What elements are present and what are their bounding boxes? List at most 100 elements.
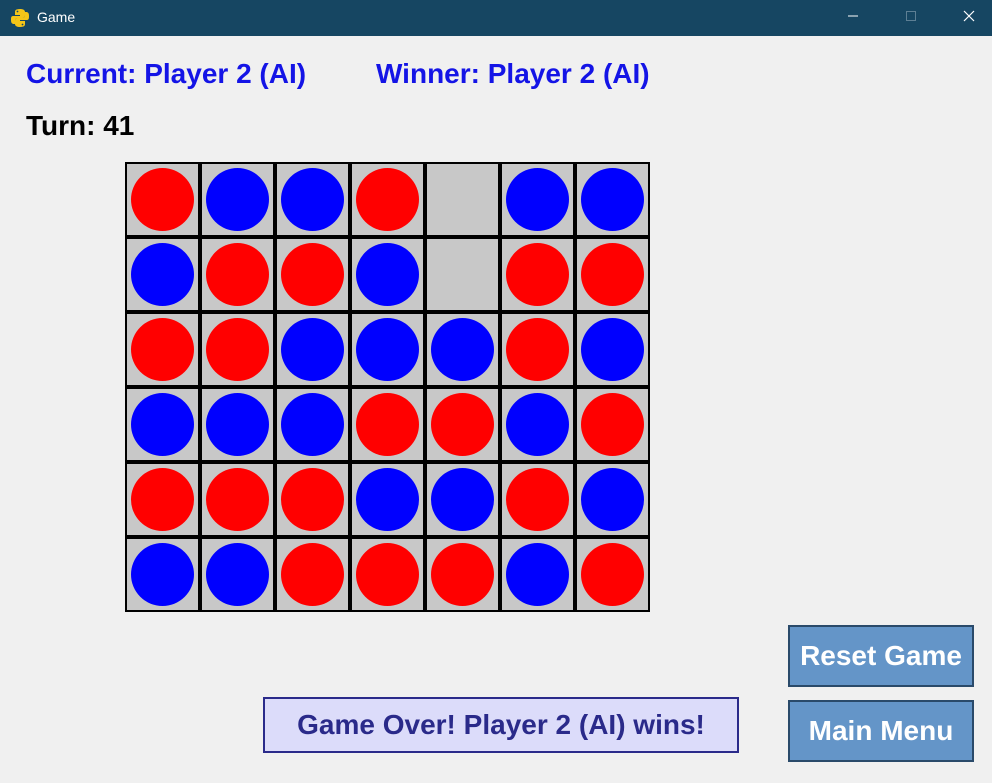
window-title: Game <box>37 9 76 25</box>
board-cell[interactable] <box>275 537 350 612</box>
board-cell[interactable] <box>275 312 350 387</box>
blue-piece <box>506 393 569 456</box>
blue-piece <box>281 318 344 381</box>
blue-piece <box>581 468 644 531</box>
minimize-icon <box>847 9 859 27</box>
board-cell[interactable] <box>500 162 575 237</box>
board-cell[interactable] <box>425 537 500 612</box>
red-piece <box>131 168 194 231</box>
board-cell[interactable] <box>275 237 350 312</box>
board-cell[interactable] <box>125 462 200 537</box>
blue-piece <box>281 168 344 231</box>
maximize-icon <box>905 9 917 27</box>
board-cell[interactable] <box>575 537 650 612</box>
board-cell[interactable] <box>275 162 350 237</box>
red-piece <box>356 393 419 456</box>
board-cell[interactable] <box>200 462 275 537</box>
blue-piece <box>356 318 419 381</box>
red-piece <box>131 468 194 531</box>
minimize-button[interactable] <box>830 0 876 36</box>
board-cell[interactable] <box>125 237 200 312</box>
board-cell[interactable] <box>500 462 575 537</box>
close-button[interactable] <box>946 0 992 36</box>
main-menu-button[interactable]: Main Menu <box>788 700 974 762</box>
maximize-button[interactable] <box>888 0 934 36</box>
board-cell[interactable] <box>125 537 200 612</box>
blue-piece <box>131 243 194 306</box>
board-cell[interactable] <box>425 312 500 387</box>
blue-piece <box>131 543 194 606</box>
board-cell[interactable] <box>575 387 650 462</box>
board-cell[interactable] <box>425 387 500 462</box>
red-piece <box>281 468 344 531</box>
game-window: Game Current: Player 2 (AI) Winner: Play… <box>0 0 992 783</box>
blue-piece <box>431 318 494 381</box>
board-cell[interactable] <box>575 462 650 537</box>
blue-piece <box>356 243 419 306</box>
red-piece <box>506 468 569 531</box>
board-cell[interactable] <box>125 387 200 462</box>
blue-piece <box>131 393 194 456</box>
blue-piece <box>206 168 269 231</box>
blue-piece <box>581 168 644 231</box>
blue-piece <box>581 318 644 381</box>
red-piece <box>431 393 494 456</box>
red-piece <box>206 318 269 381</box>
board-cell[interactable] <box>350 312 425 387</box>
red-piece <box>431 543 494 606</box>
blue-piece <box>506 168 569 231</box>
blue-piece <box>281 393 344 456</box>
red-piece <box>506 243 569 306</box>
current-player-label: Current: Player 2 (AI) <box>26 58 307 89</box>
board-cell[interactable] <box>200 537 275 612</box>
red-piece <box>581 543 644 606</box>
board-cell[interactable] <box>200 237 275 312</box>
red-piece <box>356 543 419 606</box>
red-piece <box>206 243 269 306</box>
red-piece <box>581 393 644 456</box>
python-icon <box>10 8 30 28</box>
board-cell[interactable] <box>350 237 425 312</box>
red-piece <box>281 243 344 306</box>
board-cell[interactable] <box>575 237 650 312</box>
red-piece <box>506 318 569 381</box>
red-piece <box>356 168 419 231</box>
board-cell[interactable] <box>350 387 425 462</box>
board-cell[interactable] <box>350 462 425 537</box>
red-piece <box>206 468 269 531</box>
blue-piece <box>431 468 494 531</box>
board-cell[interactable] <box>500 312 575 387</box>
red-piece <box>581 243 644 306</box>
red-piece <box>131 318 194 381</box>
board-cell[interactable] <box>200 162 275 237</box>
board-cell[interactable] <box>125 312 200 387</box>
board-cell[interactable] <box>575 312 650 387</box>
blue-piece <box>506 543 569 606</box>
board-cell[interactable] <box>425 237 500 312</box>
game-over-message: Game Over! Player 2 (AI) wins! <box>263 697 739 753</box>
board-cell[interactable] <box>200 312 275 387</box>
turn-counter: Turn: 41 <box>26 110 135 141</box>
blue-piece <box>206 393 269 456</box>
board-cell[interactable] <box>275 462 350 537</box>
board-cell[interactable] <box>500 537 575 612</box>
close-icon <box>963 9 975 27</box>
reset-game-button[interactable]: Reset Game <box>788 625 974 687</box>
board-cell[interactable] <box>425 462 500 537</box>
board-cell[interactable] <box>500 387 575 462</box>
board-cell[interactable] <box>125 162 200 237</box>
board-cell[interactable] <box>425 162 500 237</box>
board-cell[interactable] <box>350 162 425 237</box>
board-cell[interactable] <box>200 387 275 462</box>
game-board[interactable] <box>125 162 652 614</box>
board-cell[interactable] <box>350 537 425 612</box>
red-piece <box>281 543 344 606</box>
winner-label: Winner: Player 2 (AI) <box>376 58 650 89</box>
title-bar[interactable]: Game <box>0 0 992 36</box>
blue-piece <box>206 543 269 606</box>
blue-piece <box>356 468 419 531</box>
board-cell[interactable] <box>575 162 650 237</box>
game-area: Current: Player 2 (AI) Winner: Player 2 … <box>0 36 992 783</box>
board-cell[interactable] <box>500 237 575 312</box>
board-cell[interactable] <box>275 387 350 462</box>
